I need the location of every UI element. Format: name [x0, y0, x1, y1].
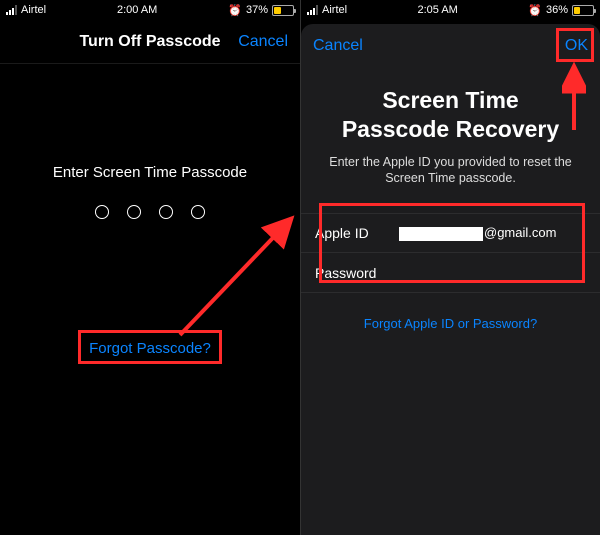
- alarm-icon: ⏰: [228, 4, 242, 17]
- recovery-modal: Cancel OK Screen Time Passcode Recovery …: [301, 24, 600, 535]
- status-time: 2:00 AM: [117, 4, 157, 16]
- signal-icon: [6, 5, 17, 15]
- pin-dot: [159, 205, 173, 219]
- pin-dot: [127, 205, 141, 219]
- passcode-prompt: Enter Screen Time Passcode: [0, 164, 300, 181]
- apple-id-value: @gmail.com: [399, 225, 586, 241]
- cancel-button[interactable]: Cancel: [226, 20, 300, 64]
- redacted-text: [399, 227, 483, 241]
- status-time: 2:05 AM: [417, 4, 457, 16]
- ok-button[interactable]: OK: [553, 24, 600, 68]
- battery-percent: 36%: [546, 4, 568, 16]
- password-label: Password: [315, 265, 387, 281]
- battery-icon: [272, 5, 294, 16]
- modal-title: Screen Time Passcode Recovery: [301, 86, 600, 144]
- nav-bar: Turn Off Passcode Cancel: [0, 20, 300, 64]
- modal-nav: Cancel OK: [301, 24, 600, 68]
- status-bar: Airtel 2:00 AM ⏰ 37%: [0, 0, 300, 20]
- battery-percent: 37%: [246, 4, 268, 16]
- pin-dot: [191, 205, 205, 219]
- forgot-apple-id-link[interactable]: Forgot Apple ID or Password?: [364, 316, 537, 331]
- carrier-label: Airtel: [21, 4, 46, 16]
- signal-icon: [307, 5, 318, 15]
- pin-dot: [95, 205, 109, 219]
- cancel-button[interactable]: Cancel: [301, 24, 375, 68]
- status-bar: Airtel 2:05 AM ⏰ 36%: [301, 0, 600, 20]
- phone-left: Airtel 2:00 AM ⏰ 37% Turn Off Passcode C…: [0, 0, 300, 535]
- battery-icon: [572, 5, 594, 16]
- apple-id-field[interactable]: Apple ID @gmail.com: [301, 213, 600, 253]
- carrier-label: Airtel: [322, 4, 347, 16]
- modal-subtitle: Enter the Apple ID you provided to reset…: [301, 154, 600, 188]
- alarm-icon: ⏰: [528, 4, 542, 17]
- password-field[interactable]: Password: [301, 253, 600, 293]
- passcode-dots[interactable]: [0, 205, 300, 219]
- annotation-arrow: [170, 205, 300, 355]
- forgot-passcode-link[interactable]: Forgot Passcode?: [89, 340, 211, 357]
- apple-id-label: Apple ID: [315, 225, 387, 241]
- phone-right: Airtel 2:05 AM ⏰ 36% Turn Off Passcode C…: [300, 0, 600, 535]
- credential-fields: Apple ID @gmail.com Password: [301, 213, 600, 293]
